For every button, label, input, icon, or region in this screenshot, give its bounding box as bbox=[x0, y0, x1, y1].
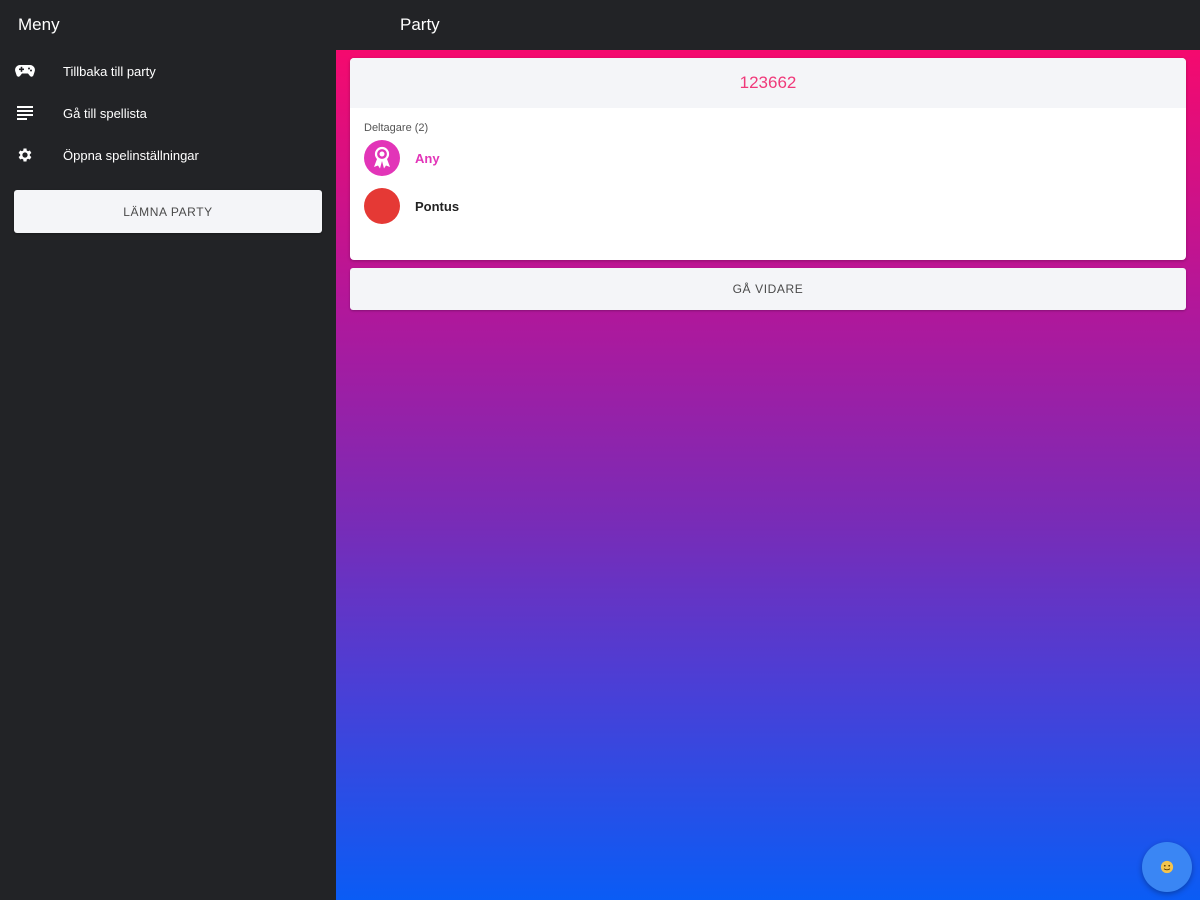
sidebar: Meny Tillbaka till party Gå till spellis… bbox=[0, 0, 336, 900]
gear-icon bbox=[14, 144, 36, 166]
participants-label: Deltagare (2) bbox=[364, 122, 429, 134]
participant-name: Any bbox=[415, 150, 440, 166]
top-bar: Party bbox=[336, 0, 1200, 50]
party-content: 123662 Deltagare (2) Any Pontus GÅ VIDAR… bbox=[336, 50, 1200, 900]
menu-item-label: Tillbaka till party bbox=[63, 63, 156, 79]
party-code: 123662 bbox=[350, 58, 1186, 108]
gamepad-icon bbox=[14, 60, 36, 82]
leave-party-button[interactable]: LÄMNA PARTY bbox=[14, 190, 322, 233]
participant-name: Pontus bbox=[415, 198, 460, 214]
participant-row: Pontus bbox=[364, 182, 1172, 230]
avatar bbox=[364, 140, 400, 176]
emoji-fab-button[interactable] bbox=[1142, 842, 1192, 892]
party-card: 123662 Deltagare (2) Any Pontus bbox=[350, 58, 1186, 260]
list-icon bbox=[14, 102, 36, 124]
menu-item-playlist[interactable]: Gå till spellista bbox=[0, 92, 336, 134]
menu-item-game-settings[interactable]: Öppna spelinställningar bbox=[0, 134, 336, 176]
menu-item-label: Gå till spellista bbox=[63, 105, 147, 121]
menu-item-label: Öppna spelinställningar bbox=[63, 147, 199, 163]
avatar bbox=[364, 188, 400, 224]
award-icon bbox=[374, 146, 390, 169]
smiley-icon bbox=[1160, 860, 1174, 874]
continue-button[interactable]: GÅ VIDARE bbox=[350, 268, 1186, 310]
participant-row: Any bbox=[364, 134, 1172, 182]
menu-item-back-to-party[interactable]: Tillbaka till party bbox=[0, 50, 336, 92]
page-title: Party bbox=[400, 15, 440, 34]
sidebar-title: Meny bbox=[18, 15, 60, 34]
